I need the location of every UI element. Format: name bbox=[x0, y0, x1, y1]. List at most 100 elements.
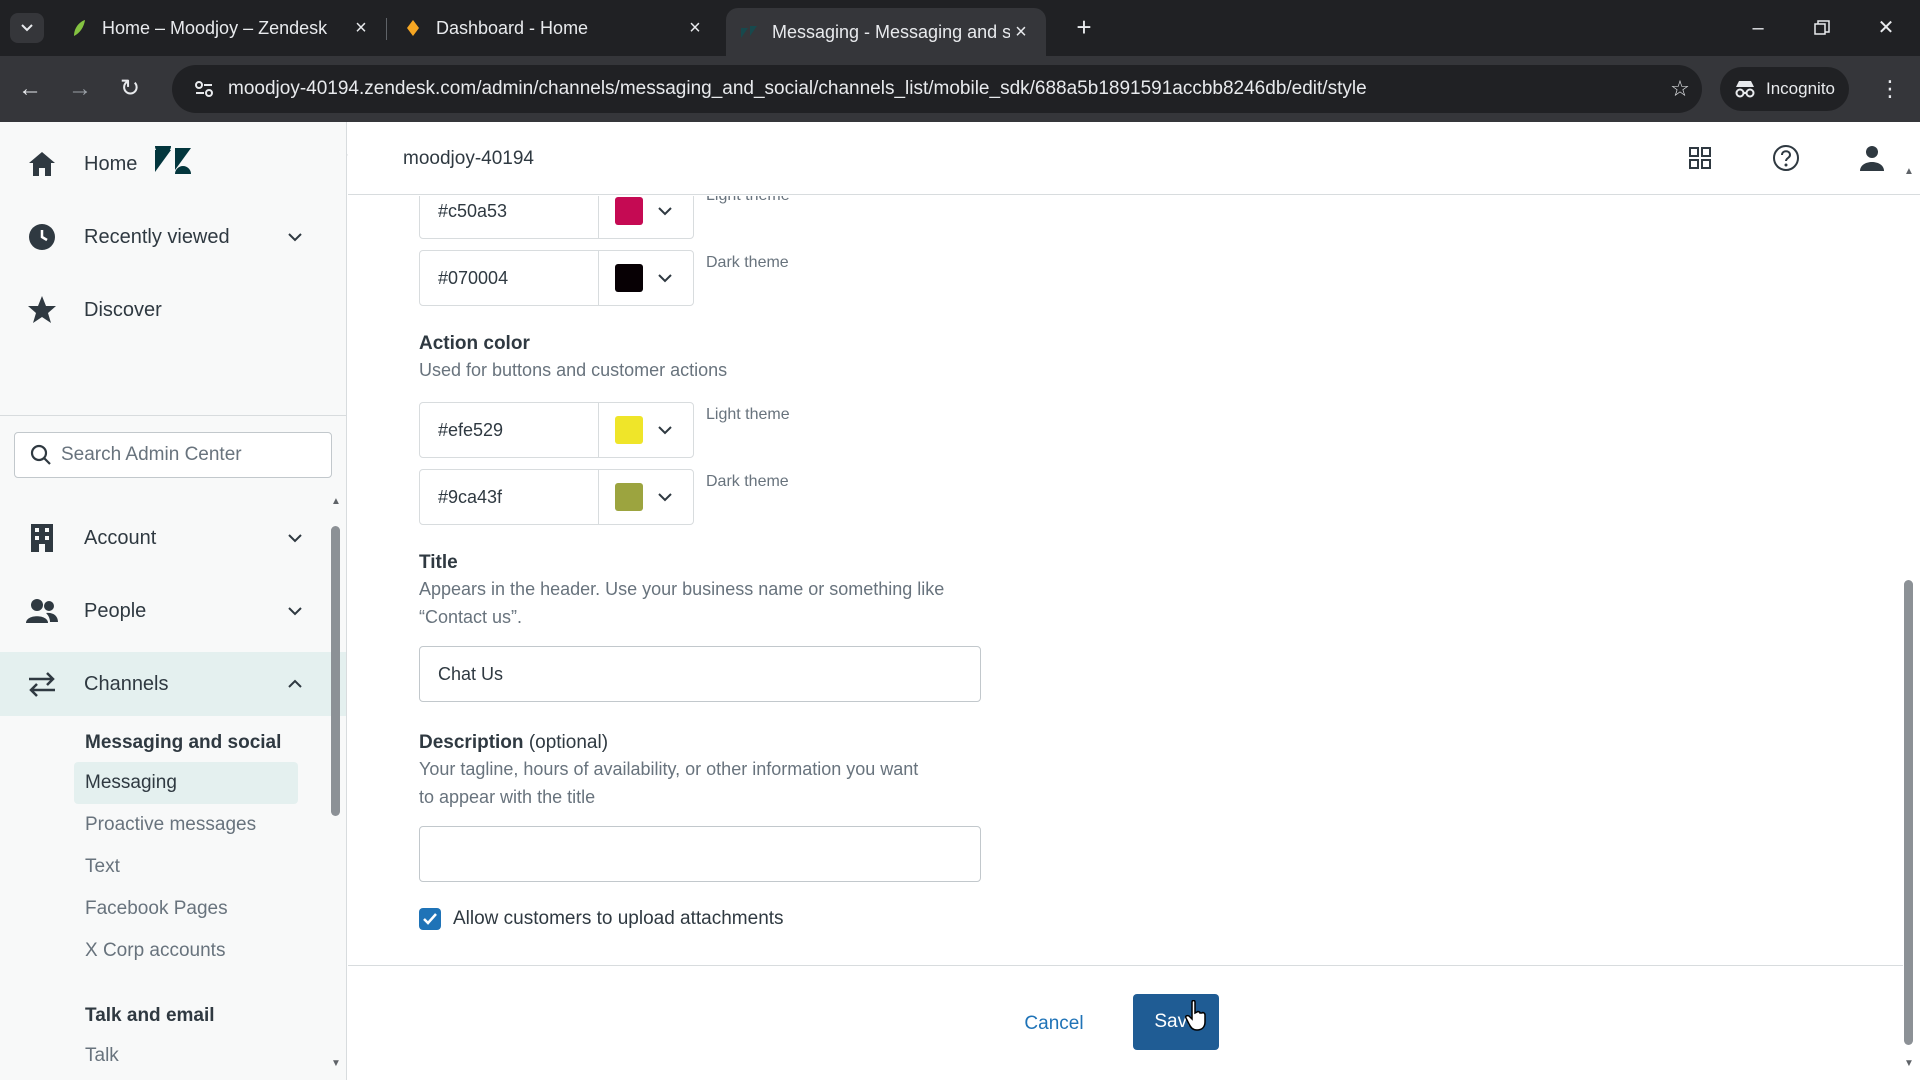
tab-search-button[interactable] bbox=[10, 13, 44, 43]
product-tray-grid-icon[interactable] bbox=[1684, 142, 1716, 174]
nav-channels[interactable]: Channels bbox=[0, 652, 346, 716]
sidebar-item-x-corp-accounts[interactable]: X Corp accounts bbox=[74, 930, 298, 972]
admin-center-app: Home Recently viewed Discover Search Adm… bbox=[0, 122, 1920, 1080]
chevron-down-icon bbox=[283, 606, 307, 616]
nav-discover[interactable]: Discover bbox=[0, 278, 346, 342]
tab-title: Dashboard - Home bbox=[436, 17, 589, 38]
minimize-icon[interactable]: – bbox=[1738, 12, 1778, 44]
browser-tab-dashboard[interactable]: Dashboard - Home × bbox=[390, 8, 720, 48]
color-swatch-dropdown[interactable] bbox=[599, 403, 693, 457]
site-info-icon[interactable] bbox=[184, 80, 224, 98]
restore-icon[interactable] bbox=[1802, 12, 1842, 44]
browser-tab-messaging[interactable]: Messaging - Messaging and so × bbox=[726, 8, 1046, 56]
search-icon bbox=[21, 444, 61, 466]
bookmark-star-icon[interactable]: ☆ bbox=[1658, 76, 1702, 102]
nav-home[interactable]: Home bbox=[0, 132, 346, 196]
hex-value[interactable]: #070004 bbox=[420, 251, 599, 305]
attachments-option[interactable]: Allow customers to upload attachments bbox=[419, 908, 784, 930]
nav-account[interactable]: Account bbox=[0, 506, 346, 570]
close-icon[interactable]: × bbox=[684, 17, 706, 40]
color-swatch-dropdown[interactable] bbox=[599, 470, 693, 524]
title-hint-line1: Appears in the header. Use your business… bbox=[419, 579, 945, 599]
color-swatch bbox=[615, 416, 643, 444]
more-options-icon[interactable]: ⋮ bbox=[1874, 73, 1906, 105]
primary-color-dark-picker[interactable]: #070004 bbox=[419, 250, 694, 306]
main-scrollbar-thumb[interactable] bbox=[1904, 580, 1913, 1045]
sidebar-item-messaging[interactable]: Messaging bbox=[74, 762, 298, 804]
nav-label: Home bbox=[84, 152, 138, 175]
dark-theme-label: Dark theme bbox=[706, 473, 789, 490]
sidebar-divider bbox=[0, 415, 346, 416]
incognito-icon bbox=[1735, 81, 1755, 98]
section-heading-talk-and-email: Talk and email bbox=[85, 1005, 215, 1026]
sidebar-item-text[interactable]: Text bbox=[74, 846, 298, 888]
action-color-dark-picker[interactable]: #9ca43f bbox=[419, 469, 694, 525]
app-header: moodjoy-40194 bbox=[348, 122, 1920, 195]
cancel-button[interactable]: Cancel bbox=[1011, 1004, 1097, 1044]
help-question-icon[interactable] bbox=[1770, 142, 1802, 174]
color-swatch-dropdown[interactable] bbox=[599, 251, 693, 305]
zendesk-leaf-icon bbox=[70, 19, 88, 37]
hex-value[interactable]: #9ca43f bbox=[420, 470, 599, 524]
star-icon bbox=[26, 294, 58, 326]
admin-search-field[interactable] bbox=[14, 432, 332, 478]
title-input[interactable] bbox=[419, 646, 981, 702]
forward-arrow-icon[interactable]: → bbox=[64, 73, 96, 105]
action-color-light-picker[interactable]: #efe529 bbox=[419, 402, 694, 458]
light-theme-label: Light theme bbox=[706, 196, 790, 205]
new-tab-plus-icon[interactable]: + bbox=[1068, 12, 1100, 44]
action-color-hint: Used for buttons and customer actions bbox=[419, 360, 728, 380]
sidebar-item-talk[interactable]: Talk bbox=[74, 1035, 298, 1077]
browser-tab-zendesk-home[interactable]: Home – Moodjoy – Zendesk × bbox=[56, 8, 386, 48]
sidebar-item-facebook-pages[interactable]: Facebook Pages bbox=[74, 888, 298, 930]
chevron-down-icon bbox=[21, 24, 33, 32]
url-text[interactable]: moodjoy-40194.zendesk.com/admin/channels… bbox=[228, 78, 1658, 100]
color-swatch bbox=[615, 483, 643, 511]
scroll-down-arrow-icon[interactable]: ▼ bbox=[330, 1058, 342, 1069]
incognito-label: Incognito bbox=[1766, 79, 1835, 98]
footer-divider bbox=[348, 965, 1903, 966]
scroll-up-arrow-icon[interactable]: ▲ bbox=[330, 496, 342, 507]
section-heading-messaging-and-social: Messaging and social bbox=[85, 732, 282, 753]
account-subdomain: moodjoy-40194 bbox=[403, 148, 534, 169]
description-input[interactable] bbox=[419, 826, 981, 882]
close-icon[interactable]: × bbox=[350, 17, 372, 40]
description-label: Description (optional) bbox=[419, 732, 608, 754]
nav-recently-viewed[interactable]: Recently viewed bbox=[0, 205, 346, 269]
description-label-text: Description bbox=[419, 732, 524, 753]
search-input[interactable] bbox=[61, 444, 311, 466]
back-arrow-icon[interactable]: ← bbox=[14, 73, 46, 105]
reload-icon[interactable]: ↻ bbox=[114, 73, 146, 105]
address-bar[interactable]: moodjoy-40194.zendesk.com/admin/channels… bbox=[172, 65, 1702, 113]
dashboard-diamond-icon bbox=[404, 19, 422, 37]
scroll-up-arrow-icon[interactable]: ▲ bbox=[1902, 166, 1916, 177]
light-theme-label: Light theme bbox=[706, 406, 790, 423]
scroll-down-arrow-icon[interactable]: ▼ bbox=[1902, 1058, 1916, 1069]
primary-color-light-picker[interactable]: #c50a53 bbox=[419, 196, 694, 239]
close-window-icon[interactable]: ✕ bbox=[1866, 12, 1906, 44]
close-icon[interactable]: × bbox=[1010, 21, 1032, 44]
sidebar-scrollbar-thumb[interactable] bbox=[331, 526, 340, 816]
nav-people[interactable]: People bbox=[0, 579, 346, 643]
chevron-down-icon bbox=[657, 273, 673, 283]
nav-label: Discover bbox=[84, 298, 162, 321]
clock-icon bbox=[26, 221, 58, 253]
hex-value[interactable]: #c50a53 bbox=[420, 196, 599, 238]
description-hint-line1: Your tagline, hours of availability, or … bbox=[419, 759, 919, 779]
incognito-indicator[interactable]: Incognito bbox=[1720, 67, 1849, 111]
user-avatar-icon[interactable] bbox=[1856, 142, 1888, 174]
nav-label: Account bbox=[84, 526, 157, 549]
color-swatch bbox=[615, 264, 643, 292]
nav-label: Recently viewed bbox=[84, 225, 230, 248]
chevron-up-icon bbox=[283, 679, 307, 689]
chevron-down-icon bbox=[657, 492, 673, 502]
sidebar: Home Recently viewed Discover Search Adm… bbox=[0, 122, 347, 1080]
hex-value[interactable]: #efe529 bbox=[420, 403, 599, 457]
channels-arrows-icon bbox=[26, 668, 58, 700]
attachments-checkbox[interactable] bbox=[419, 908, 441, 930]
optional-tag: (optional) bbox=[528, 732, 609, 753]
browser-toolbar: ← → ↻ moodjoy-40194.zendesk.com/admin/ch… bbox=[0, 56, 1920, 122]
tab-separator bbox=[386, 18, 387, 40]
color-swatch-dropdown[interactable] bbox=[599, 196, 693, 238]
sidebar-item-proactive-messages[interactable]: Proactive messages bbox=[74, 804, 298, 846]
